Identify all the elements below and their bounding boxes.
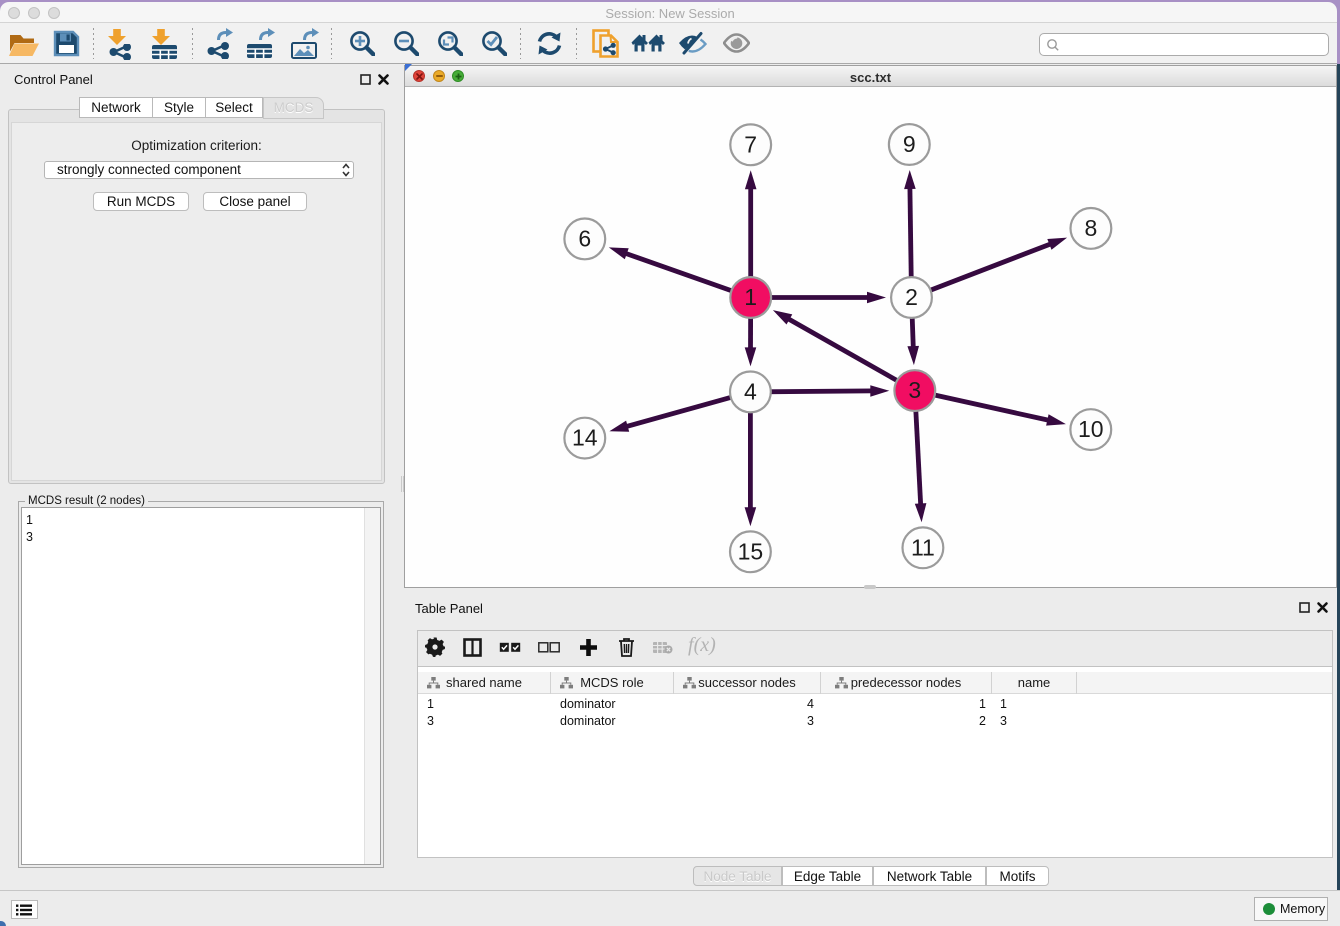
svg-text:9: 9 xyxy=(903,131,916,157)
svg-text:1: 1 xyxy=(744,284,757,310)
svg-text:15: 15 xyxy=(738,538,764,564)
svg-text:4: 4 xyxy=(744,378,757,404)
svg-text:8: 8 xyxy=(1085,215,1098,241)
svg-text:2: 2 xyxy=(905,284,918,310)
svg-text:10: 10 xyxy=(1078,416,1104,442)
svg-text:3: 3 xyxy=(908,377,921,403)
svg-text:6: 6 xyxy=(578,225,591,251)
svg-text:11: 11 xyxy=(911,534,935,560)
svg-text:14: 14 xyxy=(572,425,598,451)
svg-text:7: 7 xyxy=(744,131,757,157)
